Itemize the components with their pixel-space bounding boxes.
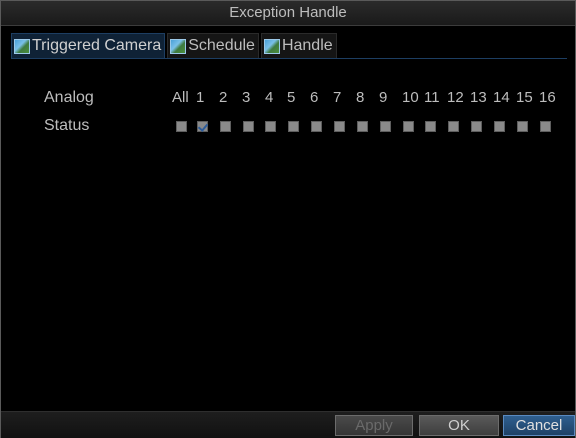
cancel-button[interactable]: Cancel [503,415,575,436]
channel-number: 7 [333,89,342,106]
channel-number: 3 [242,89,251,106]
channel-number: 15 [516,89,533,106]
checkbox-channel-13[interactable] [471,121,482,132]
tab-triggered-camera[interactable]: Triggered Camera [11,33,166,59]
channel-number: 5 [287,89,296,106]
tab-schedule[interactable]: Schedule [167,33,259,59]
checkbox-channel-1[interactable] [197,121,208,132]
status-label: Status [44,117,90,134]
checkbox-channel-10[interactable] [403,121,414,132]
checkbox-channel-16[interactable] [540,121,551,132]
channel-all-label: All [172,89,189,106]
checkbox-channel-8[interactable] [357,121,368,132]
checkbox-channel-2[interactable] [220,121,231,132]
checkbox-channel-6[interactable] [311,121,322,132]
tab-bar: Triggered Camera Schedule Handle [11,33,339,59]
tab-divider [11,58,567,59]
ok-button[interactable]: OK [419,415,499,436]
checkbox-all[interactable] [176,121,187,132]
checkbox-channel-4[interactable] [265,121,276,132]
camera-icon [170,38,187,54]
channel-number: 13 [470,89,487,106]
tab-handle[interactable]: Handle [260,33,337,59]
analog-label: Analog [44,89,94,106]
channel-number: 6 [310,89,319,106]
button-bar: Apply OK Cancel [1,411,575,438]
camera-icon [263,38,280,54]
tab-label: Schedule [188,37,255,54]
checkbox-channel-9[interactable] [380,121,391,132]
channel-number: 9 [379,89,388,106]
channel-number: 16 [539,89,556,106]
checkbox-channel-12[interactable] [448,121,459,132]
checkbox-channel-3[interactable] [243,121,254,132]
apply-button[interactable]: Apply [335,415,413,436]
exception-handle-dialog: Exception Handle Triggered Camera Schedu… [0,0,576,438]
dialog-title: Exception Handle [1,1,575,26]
channel-number: 4 [265,89,274,106]
channel-number: 10 [402,89,419,106]
checkbox-channel-5[interactable] [288,121,299,132]
checkbox-channel-14[interactable] [494,121,505,132]
channel-number: 12 [447,89,464,106]
camera-icon [14,38,30,54]
tab-label: Handle [281,37,333,54]
channel-number: 1 [196,89,205,106]
tab-label: Triggered Camera [32,37,162,54]
channel-number: 2 [219,89,228,106]
channel-number: 14 [493,89,510,106]
channel-number: 8 [356,89,365,106]
checkbox-channel-15[interactable] [517,121,528,132]
checkbox-channel-7[interactable] [334,121,345,132]
channel-number: 11 [424,89,440,106]
checkbox-channel-11[interactable] [425,121,436,132]
